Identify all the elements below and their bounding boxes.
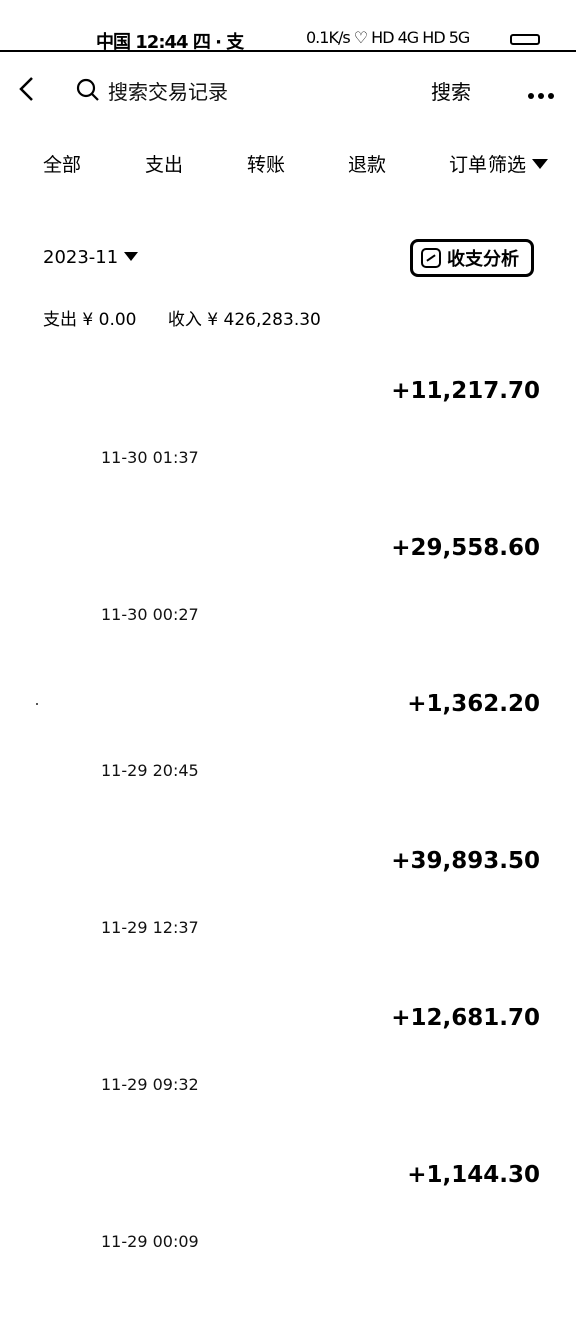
month-label: 2023-11	[43, 247, 119, 268]
status-left-text: 中国 12:44 四 · 支	[96, 32, 244, 53]
transaction-time: 11-29 12:37	[101, 918, 199, 937]
stray-mark	[36, 703, 38, 705]
back-button[interactable]	[14, 74, 44, 104]
category-tabs: 全部 支出 转账 退款 订单 筛选	[0, 150, 576, 182]
transaction-amount: +1,144.30	[407, 1162, 540, 1188]
transaction-row[interactable]: +29,558.60 11-30 00:27	[0, 535, 576, 691]
dropdown-arrow-icon	[532, 159, 549, 169]
search-icon	[76, 78, 99, 101]
month-summary: 支出 ¥ 0.00 收入 ¥ 426,283.30	[43, 305, 347, 330]
tab-transfer[interactable]: 转账	[247, 150, 285, 177]
search-button[interactable]: 搜索	[431, 76, 471, 105]
transaction-row[interactable]: +11,217.70 11-30 01:37	[0, 378, 576, 534]
tab-expense[interactable]: 支出	[145, 150, 183, 177]
income-total: 收入 ¥ 426,283.30	[167, 310, 321, 330]
analysis-button[interactable]: 收支分析	[410, 239, 534, 277]
transaction-row[interactable]: +12,681.70 11-29 09:32	[0, 1005, 576, 1161]
status-bar: 中国 12:44 四 · 支 0.1K/s ♡ HD 4G HD 5G	[0, 0, 576, 53]
transaction-time: 11-29 20:45	[101, 761, 199, 780]
tab-order[interactable]: 订单	[449, 150, 487, 177]
transaction-row[interactable]: +39,893.50 11-29 12:37	[0, 848, 576, 1004]
more-dot-icon	[538, 93, 544, 99]
transaction-amount: +12,681.70	[391, 1005, 540, 1031]
dropdown-arrow-icon	[124, 252, 139, 261]
top-bar: 搜索交易记录 搜索	[0, 60, 576, 120]
chart-icon	[421, 248, 441, 268]
more-dot-icon	[548, 93, 554, 99]
transaction-amount: +11,217.70	[391, 378, 540, 404]
tab-refund[interactable]: 退款	[348, 150, 386, 177]
transaction-amount: +29,558.60	[391, 535, 540, 561]
transaction-row[interactable]: +1,362.20 11-29 20:45	[0, 691, 576, 847]
filter-label: 筛选	[488, 154, 527, 176]
back-arrow-icon	[19, 77, 33, 101]
battery-icon	[510, 34, 540, 45]
transaction-time: 11-30 00:27	[101, 605, 199, 624]
transaction-row[interactable]: +1,144.30 11-29 00:09	[0, 1162, 576, 1318]
transaction-time: 11-30 01:37	[101, 448, 199, 467]
transaction-amount: +39,893.50	[391, 848, 540, 874]
status-right-text: 0.1K/s ♡ HD 4G HD 5G	[306, 28, 470, 47]
transaction-time: 11-29 00:09	[101, 1232, 199, 1251]
transaction-amount: +1,362.20	[407, 691, 540, 717]
tab-all[interactable]: 全部	[43, 150, 81, 177]
month-selector[interactable]: 2023-11	[43, 247, 139, 268]
expense-total: 支出 ¥ 0.00	[43, 310, 137, 330]
transaction-time: 11-29 09:32	[101, 1075, 199, 1094]
search-input[interactable]: 搜索交易记录	[108, 76, 228, 105]
more-dot-icon	[528, 93, 534, 99]
analysis-label: 收支分析	[447, 249, 519, 270]
more-options-button[interactable]	[528, 84, 560, 99]
filter-button[interactable]: 筛选	[486, 150, 549, 177]
